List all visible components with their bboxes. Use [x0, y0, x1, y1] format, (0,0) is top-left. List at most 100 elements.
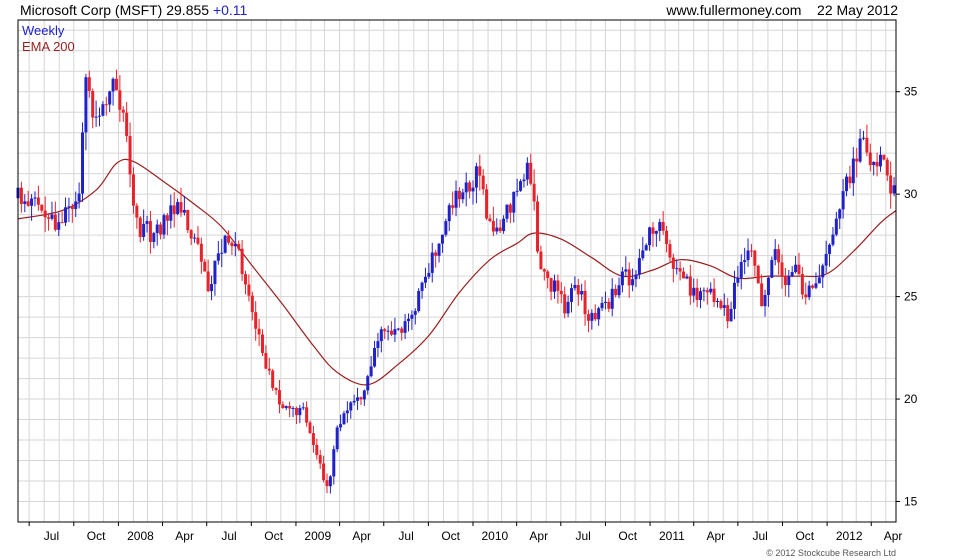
price-bar-body [753, 250, 757, 266]
price-bar-body [454, 190, 458, 208]
price-bar-body [60, 222, 64, 224]
price-bar-body [637, 258, 641, 275]
price-bar-body [624, 269, 628, 272]
price-bar-body [495, 227, 499, 232]
price-bar-body [81, 132, 85, 194]
price-bar-body [858, 138, 862, 162]
x-tick-label: Oct [795, 529, 814, 543]
price-bar-body [811, 285, 815, 288]
price-bar-body [277, 390, 281, 405]
price-bar-body [50, 214, 54, 219]
price-bar-body [108, 91, 112, 105]
price-bar-body [590, 312, 594, 321]
price-bar-body [491, 220, 495, 232]
price-bar-body [620, 271, 624, 286]
y-tick-label: 15 [904, 495, 918, 509]
price-bar-body [230, 242, 234, 247]
price-chart: Jul Oct 2008 Apr Jul Oct 2009 Apr Jul Oct 2010 Apr J… [16, 19, 918, 543]
price-bar-body [519, 181, 523, 191]
price-bar-body [797, 264, 801, 274]
price-bar-body [284, 406, 288, 408]
price-bar-body [532, 183, 536, 202]
price-bar-body [790, 272, 794, 277]
price-bar-body [423, 276, 427, 283]
price-bar-body [373, 348, 377, 367]
price-bar-body [885, 159, 889, 176]
price-bar-body [410, 314, 414, 319]
price-bar-body [311, 433, 315, 445]
x-tick-label: Apr [175, 529, 194, 543]
price-bar-body [794, 264, 798, 273]
price-bar-body [386, 330, 390, 332]
price-bar-body [366, 376, 370, 391]
price-bar-body [189, 230, 193, 239]
price-bar-body [709, 288, 713, 293]
price-bar-body [274, 388, 278, 391]
price-bar-body [104, 104, 108, 106]
price-bar-body [461, 192, 465, 200]
price-bar-body [97, 115, 101, 117]
x-tick-label: Apr [529, 529, 548, 543]
price-bar-body [457, 190, 461, 200]
price-bar-body [328, 476, 332, 487]
price-bar-body [712, 288, 716, 303]
price-bar-body [512, 191, 516, 213]
price-bar-body [376, 341, 380, 349]
price-bar-body [678, 268, 682, 272]
price-bar-body [267, 368, 271, 371]
price-bar-body [641, 250, 645, 259]
price-bar-body [210, 284, 214, 292]
price-bar-body [556, 280, 560, 291]
price-bar-body [851, 158, 855, 184]
x-tick-label: 2012 [836, 529, 863, 543]
price-bar-body [763, 294, 767, 307]
price-bar-body [821, 265, 825, 278]
price-bar-body [817, 277, 821, 284]
price-bar-body [70, 206, 74, 209]
price-bar-body [536, 201, 540, 252]
price-bar-body [522, 179, 526, 182]
price-bar-body [172, 205, 176, 214]
price-bar-body [593, 312, 597, 320]
y-tick-label: 30 [904, 187, 918, 201]
price-bar-body [87, 77, 91, 91]
price-bar-body [223, 235, 227, 253]
price-bar-body [291, 407, 295, 409]
price-bar-body [828, 244, 832, 254]
price-bar-body [342, 413, 346, 425]
price-bar-body [121, 109, 125, 113]
price-bar-body [705, 290, 709, 293]
price-bar-body [845, 176, 849, 192]
copyright-credit: © 2012 Stockcube Research Ltd [766, 548, 896, 558]
price-bar-body [159, 224, 163, 235]
price-bar-body [688, 276, 692, 296]
price-bar-body [244, 274, 248, 285]
price-bar-body [165, 215, 169, 221]
price-bar-body [148, 221, 152, 242]
price-bar-body [715, 300, 719, 303]
price-bar-body [617, 285, 621, 296]
price-bar-body [634, 274, 638, 280]
x-tick-label: Oct [264, 529, 283, 543]
price-bar-body [739, 262, 743, 278]
price-bar-body [77, 193, 81, 202]
price-bar-body [125, 112, 129, 137]
price-bar-body [525, 162, 529, 180]
price-bar-body [831, 234, 835, 245]
price-bar-body [193, 237, 197, 239]
price-bar-body [682, 271, 686, 279]
price-bar-body [892, 185, 896, 194]
price-bar-body [539, 251, 543, 270]
price-bar-body [118, 90, 122, 110]
x-tick-label: Jul [398, 529, 413, 543]
price-bar-body [861, 137, 865, 139]
price-bar-body [824, 253, 828, 266]
price-bar-body [474, 166, 478, 188]
price-bar-body [627, 269, 631, 286]
price-bar-body [878, 154, 882, 167]
x-tick-label: Oct [87, 529, 106, 543]
price-bar-body [559, 290, 563, 295]
price-bar-body [288, 406, 292, 409]
price-bar-body [74, 201, 78, 209]
price-bar-body [114, 78, 118, 91]
